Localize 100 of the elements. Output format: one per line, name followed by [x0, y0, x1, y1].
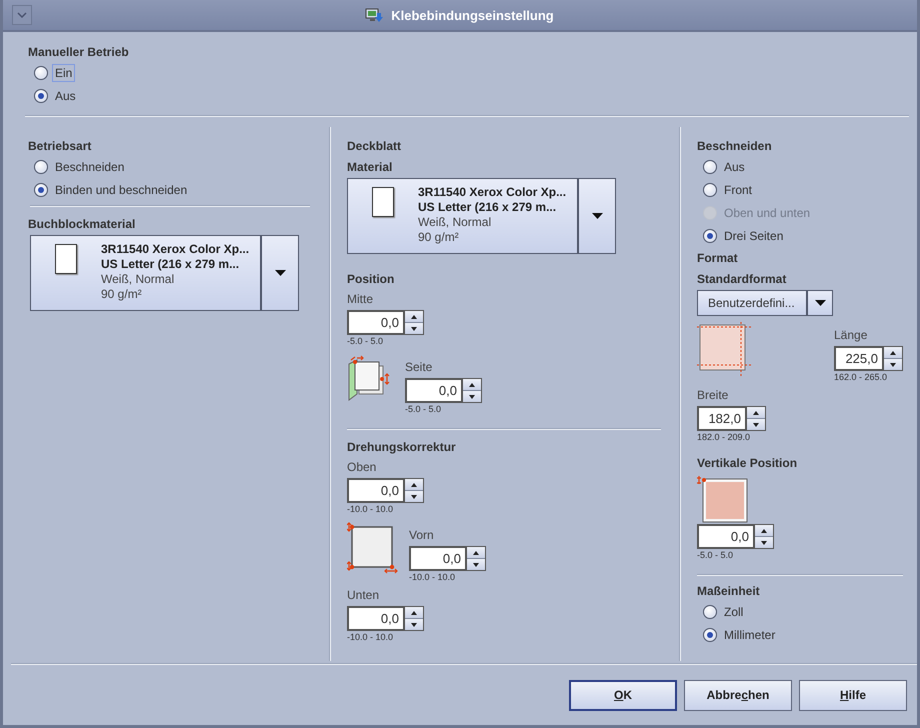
down-arrow-icon	[473, 562, 479, 566]
radio-label[interactable]: Zoll	[721, 602, 746, 620]
media-name: 3R11540 Xerox Color Xp...	[101, 242, 250, 257]
radio-label[interactable]: Front	[721, 180, 756, 198]
section-heading: Format	[697, 251, 739, 265]
up-arrow-icon	[761, 528, 767, 532]
increment-button[interactable]	[884, 347, 902, 359]
up-arrow-icon	[753, 410, 759, 414]
range-hint: -10.0 - 10.0	[347, 504, 394, 514]
radio-label[interactable]: Aus	[721, 158, 748, 176]
range-hint: 162.0 - 265.0	[834, 372, 888, 382]
media-type: Weiß, Normal	[418, 215, 492, 230]
monitor-icon	[365, 7, 384, 23]
radio-button[interactable]	[703, 604, 717, 618]
dialog-button[interactable]: Hilfe	[799, 680, 907, 710]
section-heading: Beschneiden	[697, 139, 773, 153]
down-arrow-icon	[411, 622, 417, 626]
section-heading: Betriebsart	[28, 139, 92, 153]
number-field[interactable]: 0,0	[405, 378, 462, 403]
media-dropdown[interactable]: 3R11540 Xerox Color Xp... US Letter (216 x 279 m... Weiß, Normal 90 g/m²	[30, 235, 299, 311]
down-arrow-icon	[469, 394, 475, 398]
field-label: Seite	[405, 360, 432, 374]
decrement-button[interactable]	[405, 619, 423, 630]
dialog-button[interactable]: Abbrechen	[684, 680, 792, 710]
section-heading: Buchblockmaterial	[28, 217, 136, 231]
media-dropdown[interactable]: 3R11540 Xerox Color Xp... US Letter (216 x 279 m... Weiß, Normal 90 g/m²	[347, 178, 616, 254]
number-field[interactable]: 0,0	[409, 546, 466, 571]
format-dropdown[interactable]: Benutzerdefini...	[697, 290, 833, 316]
number-field[interactable]: 0,0	[347, 478, 404, 503]
radio-button[interactable]	[34, 160, 48, 174]
radio-button[interactable]	[703, 228, 717, 242]
field-label: Oben	[347, 460, 376, 474]
number-field[interactable]: 0,0	[697, 524, 754, 549]
window-menu-button[interactable]	[12, 5, 32, 25]
radio-button[interactable]	[703, 182, 717, 196]
increment-button[interactable]	[405, 607, 423, 619]
paper-icon	[55, 244, 77, 274]
radio-button[interactable]	[34, 66, 48, 80]
section-heading: Vertikale Position	[697, 456, 798, 470]
range-hint: 182.0 - 209.0	[697, 432, 750, 442]
field-label: Länge	[834, 328, 868, 342]
range-hint: -5.0 - 5.0	[697, 550, 734, 560]
decrement-button[interactable]	[747, 419, 765, 430]
radio-label[interactable]: Drei Seiten	[721, 226, 786, 244]
up-arrow-icon	[411, 314, 417, 318]
down-arrow-icon	[411, 494, 417, 498]
radio-label[interactable]: Ein	[52, 64, 76, 82]
down-arrow-icon	[890, 362, 896, 366]
paper-icon	[372, 187, 394, 217]
up-arrow-icon	[890, 350, 896, 354]
radio-button[interactable]	[703, 160, 717, 174]
media-name: 3R11540 Xerox Color Xp...	[418, 185, 568, 200]
range-hint: -10.0 - 10.0	[409, 572, 456, 582]
increment-button[interactable]	[405, 479, 423, 491]
down-arrow-icon	[753, 422, 759, 426]
increment-button[interactable]	[755, 525, 773, 537]
increment-button[interactable]	[467, 547, 485, 559]
section-subheading: Material	[347, 160, 394, 174]
chevron-down-icon	[17, 12, 27, 18]
decrement-button[interactable]	[884, 359, 902, 370]
up-arrow-icon	[469, 382, 475, 386]
media-size: US Letter (216 x 279 m...	[418, 200, 558, 215]
radio-label[interactable]: Binden und beschneiden	[52, 180, 190, 198]
number-field[interactable]: 0,0	[347, 310, 404, 335]
field-label: Mitte	[347, 292, 374, 306]
dialog-button[interactable]: OK	[569, 680, 677, 710]
decrement-button[interactable]	[463, 391, 481, 402]
increment-button[interactable]	[405, 311, 423, 323]
radio-button[interactable]	[34, 182, 48, 196]
decrement-button[interactable]	[405, 323, 423, 334]
section-heading: Position	[347, 272, 396, 286]
up-arrow-icon	[411, 610, 417, 614]
caret-icon	[814, 300, 826, 306]
vertical-position-drawing	[697, 476, 749, 524]
down-arrow-icon	[411, 326, 417, 330]
section-heading: Maßeinheit	[697, 584, 761, 598]
media-size: US Letter (216 x 279 m...	[101, 257, 240, 272]
up-arrow-icon	[473, 550, 479, 554]
radio-label[interactable]: Beschneiden	[52, 158, 128, 176]
window-title: Klebebindungseinstellung	[391, 8, 554, 22]
decrement-button[interactable]	[467, 559, 485, 570]
range-hint: -10.0 - 10.0	[347, 632, 394, 642]
number-field[interactable]: 0,0	[347, 606, 404, 631]
media-weight: 90 g/m²	[101, 287, 143, 302]
radio-label[interactable]: Aus	[52, 86, 79, 104]
media-type: Weiß, Normal	[101, 272, 176, 287]
radio-button[interactable]	[34, 88, 48, 102]
field-label: Vorn	[409, 528, 434, 542]
rotation-correction-drawing	[347, 522, 399, 574]
number-field[interactable]: 225,0	[834, 346, 883, 371]
decrement-button[interactable]	[755, 537, 773, 548]
caret-icon	[592, 213, 602, 219]
decrement-button[interactable]	[405, 491, 423, 502]
section-heading: Deckblatt	[347, 139, 402, 153]
increment-button[interactable]	[463, 379, 481, 391]
section-heading: Drehungskorrektur	[347, 440, 457, 454]
radio-label[interactable]: Millimeter	[721, 626, 778, 644]
number-field[interactable]: 182,0	[697, 406, 746, 431]
radio-button[interactable]	[703, 628, 717, 642]
increment-button[interactable]	[747, 407, 765, 419]
